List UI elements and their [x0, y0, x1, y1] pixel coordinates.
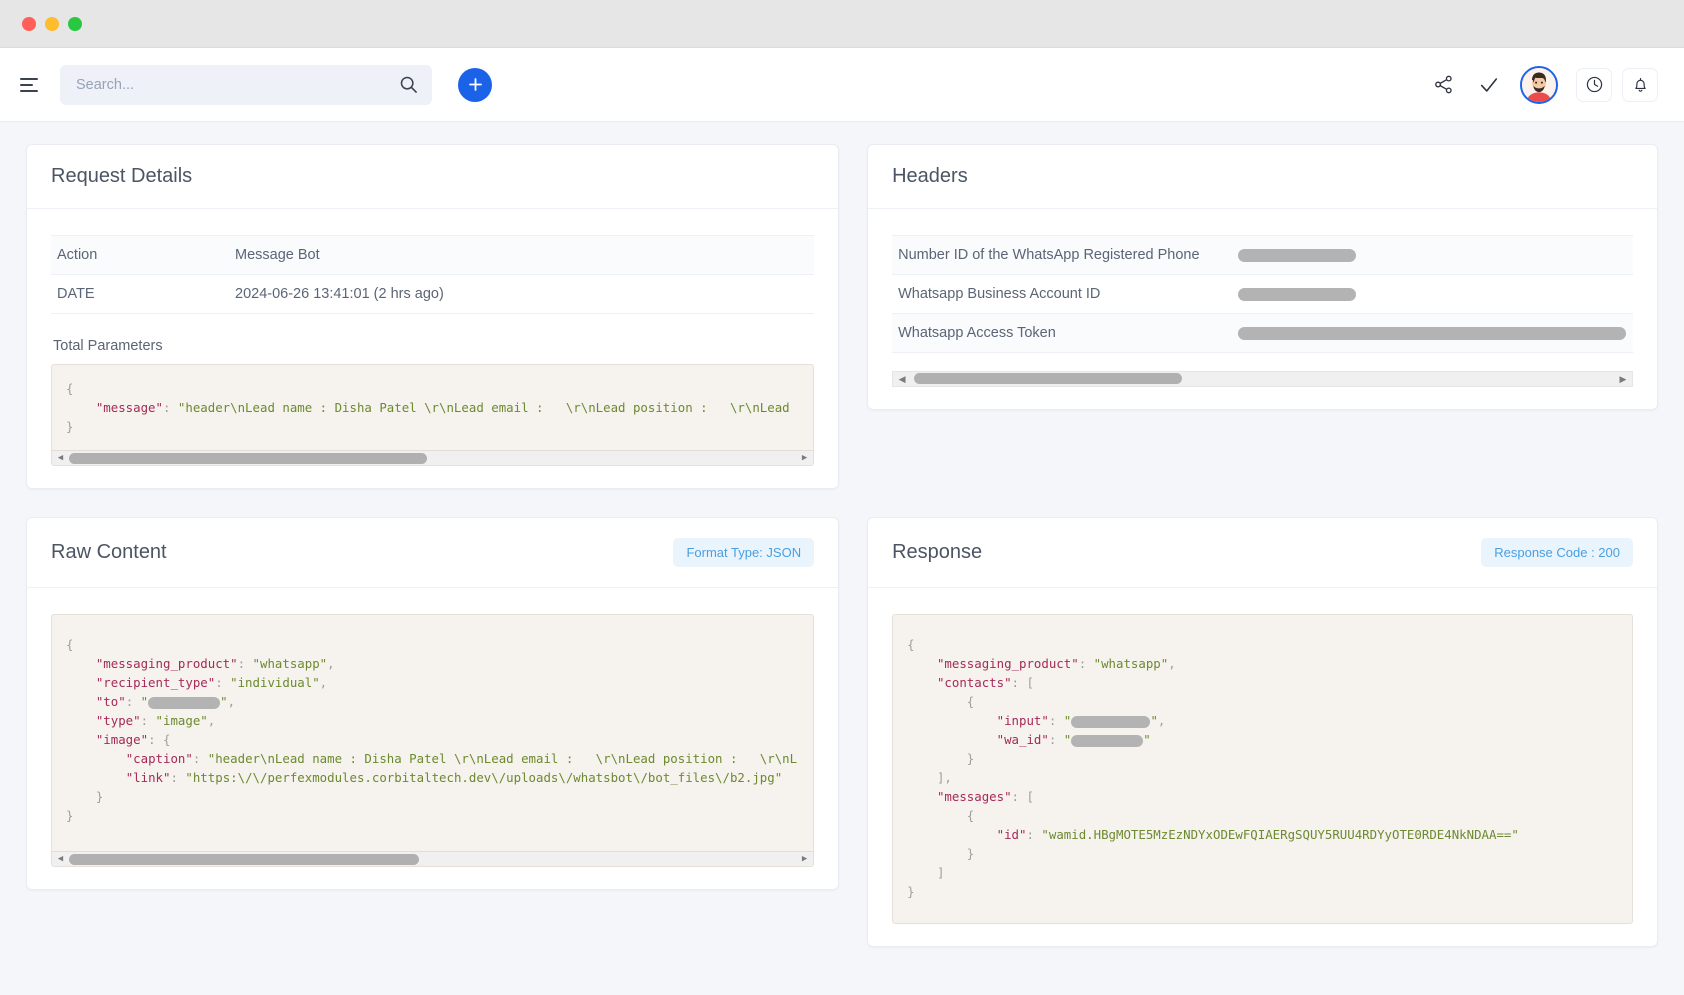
total-parameters-label: Total Parameters [53, 338, 814, 354]
table-row: Action Message Bot [51, 236, 814, 275]
row-value-redacted [1232, 275, 1633, 314]
row-key: Whatsapp Access Token [892, 314, 1232, 353]
raw-content-card: Raw Content Format Type: JSON { "messagi… [26, 517, 839, 890]
total-parameters-codeblock: { "message": "header\nLead name : Disha … [51, 364, 814, 466]
response-code: { "messaging_product": "whatsapp", "cont… [893, 615, 1632, 923]
headers-body: Number ID of the WhatsApp Registered Pho… [868, 209, 1657, 409]
headers-card: Headers Number ID of the WhatsApp Regist… [867, 144, 1658, 410]
row-value: 2024-06-26 13:41:01 (2 hrs ago) [229, 275, 814, 314]
topbar-actions [1420, 63, 1658, 107]
row-key: Whatsapp Business Account ID [892, 275, 1232, 314]
horizontal-scrollbar[interactable]: ◀ ▶ [52, 851, 813, 866]
horizontal-scrollbar[interactable]: ◀ ▶ [52, 450, 813, 465]
request-details-card: Request Details Action Message Bot DATE … [26, 144, 839, 489]
format-type-badge: Format Type: JSON [673, 538, 814, 567]
row-value-redacted [1232, 236, 1633, 275]
row-value: Message Bot [229, 236, 814, 275]
search-box[interactable] [60, 65, 432, 105]
search-icon[interactable] [399, 75, 418, 99]
headers-table: Number ID of the WhatsApp Registered Pho… [892, 235, 1633, 353]
response-body: { "messaging_product": "whatsapp", "cont… [868, 588, 1657, 946]
response-title: Response [892, 541, 982, 564]
scroll-right-arrow[interactable]: ▶ [798, 853, 811, 866]
raw-content-codeblock: { "messaging_product": "whatsapp", "reci… [51, 614, 814, 867]
request-details-body: Action Message Bot DATE 2024-06-26 13:41… [27, 209, 838, 488]
response-card: Response Response Code : 200 { "messagin… [867, 517, 1658, 947]
main-content: Request Details Action Message Bot DATE … [0, 122, 1684, 995]
close-window-button[interactable] [22, 17, 36, 31]
maximize-window-button[interactable] [68, 17, 82, 31]
bell-icon[interactable] [1622, 68, 1658, 102]
response-code-badge: Response Code : 200 [1481, 538, 1633, 567]
response-codeblock: { "messaging_product": "whatsapp", "cont… [892, 614, 1633, 924]
raw-content-body: { "messaging_product": "whatsapp", "reci… [27, 588, 838, 889]
browser-window: Request Details Action Message Bot DATE … [0, 0, 1684, 995]
headers-card-header: Headers [868, 145, 1657, 209]
search-input[interactable] [74, 76, 418, 94]
response-header: Response Response Code : 200 [868, 518, 1657, 588]
scroll-thumb[interactable] [69, 854, 419, 865]
app-topbar [0, 48, 1684, 122]
window-titlebar [0, 0, 1684, 48]
scroll-thumb[interactable] [914, 373, 1182, 384]
raw-content-code: { "messaging_product": "whatsapp", "reci… [52, 615, 813, 851]
scroll-left-arrow[interactable]: ◀ [896, 374, 908, 385]
avatar[interactable] [1520, 66, 1558, 104]
scroll-track[interactable] [67, 452, 798, 465]
table-row: Whatsapp Business Account ID [892, 275, 1633, 314]
scroll-track[interactable] [67, 853, 798, 866]
redaction-bar [1238, 288, 1356, 301]
row-value-redacted [1232, 314, 1633, 353]
scroll-left-arrow[interactable]: ◀ [54, 452, 67, 465]
table-row: DATE 2024-06-26 13:41:01 (2 hrs ago) [51, 275, 814, 314]
minimize-window-button[interactable] [45, 17, 59, 31]
request-details-table: Action Message Bot DATE 2024-06-26 13:41… [51, 235, 814, 314]
scroll-track[interactable] [908, 373, 1617, 385]
share-icon[interactable] [1420, 63, 1466, 107]
row-key: Action [51, 236, 229, 275]
total-parameters-code: { "message": "header\nLead name : Disha … [52, 365, 813, 450]
raw-content-header: Raw Content Format Type: JSON [27, 518, 838, 588]
scroll-thumb[interactable] [69, 453, 427, 464]
table-row: Whatsapp Access Token [892, 314, 1633, 353]
page-title: Request Details [51, 165, 192, 188]
scroll-right-arrow[interactable]: ▶ [1617, 374, 1629, 385]
traffic-lights [22, 17, 82, 31]
headers-title: Headers [892, 165, 968, 188]
table-row: Number ID of the WhatsApp Registered Pho… [892, 236, 1633, 275]
scroll-right-arrow[interactable]: ▶ [798, 452, 811, 465]
raw-content-title: Raw Content [51, 541, 167, 564]
scroll-left-arrow[interactable]: ◀ [54, 853, 67, 866]
row-key: Number ID of the WhatsApp Registered Pho… [892, 236, 1232, 275]
menu-toggle-icon[interactable] [14, 68, 48, 102]
headers-horizontal-scrollbar[interactable]: ◀ ▶ [892, 371, 1633, 387]
request-details-header: Request Details [27, 145, 838, 209]
check-icon[interactable] [1466, 63, 1512, 107]
clock-icon[interactable] [1576, 68, 1612, 102]
add-new-button[interactable] [458, 68, 492, 102]
row-key: DATE [51, 275, 229, 314]
redaction-bar [1238, 327, 1626, 340]
redaction-bar [1238, 249, 1356, 262]
